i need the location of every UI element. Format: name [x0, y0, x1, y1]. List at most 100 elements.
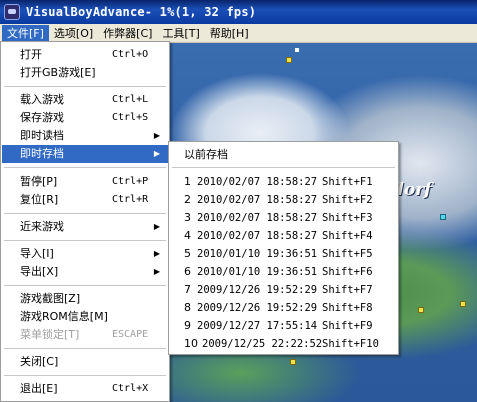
- menu-separator: [4, 348, 166, 349]
- menu-item-label: 即时存档: [20, 147, 64, 160]
- save-slot-item[interactable]: 8 2009/12/26 19:52:29 Shift+F8: [170, 299, 397, 317]
- menu-item-save-game[interactable]: 保存游戏 Ctrl+S: [2, 109, 168, 127]
- menu-help[interactable]: 帮助[H]: [205, 25, 254, 42]
- save-slot-number: 3: [184, 211, 191, 224]
- save-slot-timestamp: 2010/02/07 18:58:27: [197, 230, 318, 242]
- save-slot-shortcut: Shift+F1: [322, 176, 373, 188]
- map-marker-icon: [295, 48, 299, 52]
- submenu-arrow-icon: ▶: [153, 222, 160, 231]
- menu-separator: [172, 167, 395, 168]
- file-menu: 打开 Ctrl+O 打开GB游戏[E] 载入游戏 Ctrl+L 保存游戏 Ctr…: [0, 41, 170, 402]
- menu-options[interactable]: 选项[O]: [49, 25, 98, 42]
- map-marker-icon: [440, 214, 446, 220]
- save-slot-item[interactable]: 7 2009/12/26 19:52:29 Shift+F7: [170, 281, 397, 299]
- menu-separator: [4, 375, 166, 376]
- menu-item-quick-save[interactable]: 即时存档 ▶: [2, 145, 168, 163]
- menu-file[interactable]: 文件[F]: [2, 24, 49, 42]
- submenu-item-label: 以前存档: [184, 148, 228, 161]
- save-slot-shortcut: Shift+F9: [322, 320, 373, 332]
- menu-item-quick-load[interactable]: 即时读档 ▶: [2, 127, 168, 145]
- menu-item-shortcut: Ctrl+X: [112, 383, 149, 394]
- quick-save-submenu: 以前存档 1 2010/02/07 18:58:27 Shift+F1 2 20…: [168, 141, 399, 355]
- menu-item-label: 打开GB游戏[E]: [20, 66, 96, 79]
- submenu-arrow-icon: ▶: [153, 149, 160, 158]
- save-slot-number: 2: [184, 193, 191, 206]
- submenu-arrow-icon: ▶: [153, 249, 160, 258]
- save-slot-item[interactable]: 5 2010/01/10 19:36:51 Shift+F5: [170, 245, 397, 263]
- menu-item-label: 保存游戏: [20, 111, 64, 124]
- submenu-arrow-icon: ▶: [153, 131, 160, 140]
- menu-item-export[interactable]: 导出[X] ▶: [2, 263, 168, 281]
- menu-item-shortcut: Ctrl+L: [112, 94, 149, 105]
- submenu-arrow-icon: ▶: [153, 267, 160, 276]
- save-slot-shortcut: Shift+F10: [322, 338, 379, 350]
- save-slot-timestamp: 2010/02/07 18:58:27: [197, 194, 318, 206]
- save-slot-number: 4: [184, 229, 191, 242]
- save-slot-number: 6: [184, 265, 191, 278]
- menu-separator: [4, 240, 166, 241]
- save-slot-item[interactable]: 3 2010/02/07 18:58:27 Shift+F3: [170, 209, 397, 227]
- save-slot-item[interactable]: 10 2009/12/25 22:22:52 Shift+F10: [170, 335, 397, 353]
- map-marker-icon: [290, 359, 296, 365]
- save-slot-shortcut: Shift+F7: [322, 284, 373, 296]
- menu-item-label: 载入游戏: [20, 93, 64, 106]
- menu-item-load-game[interactable]: 载入游戏 Ctrl+L: [2, 91, 168, 109]
- map-marker-icon: [286, 57, 292, 63]
- menu-item-label: 游戏ROM信息[M]: [20, 310, 108, 323]
- save-slot-number: 1: [184, 175, 191, 188]
- save-slot-timestamp: 2010/02/07 18:58:27: [197, 212, 318, 224]
- save-slot-shortcut: Shift+F2: [322, 194, 373, 206]
- menu-item-label: 暂停[P]: [20, 175, 58, 188]
- menu-item-label: 菜单锁定[T]: [20, 328, 80, 341]
- save-slot-timestamp: 2010/01/10 19:36:51: [197, 248, 318, 260]
- save-slot-number: 10: [184, 337, 198, 350]
- save-slot-item[interactable]: 1 2010/02/07 18:58:27 Shift+F1: [170, 173, 397, 191]
- menu-item-label: 退出[E]: [20, 382, 58, 395]
- submenu-item-previous-save[interactable]: 以前存档: [170, 146, 397, 164]
- save-slot-item[interactable]: 6 2010/01/10 19:36:51 Shift+F6: [170, 263, 397, 281]
- menu-item-shortcut: ESCAPE: [112, 329, 149, 340]
- map-marker-icon: [460, 301, 466, 307]
- menu-item-label: 游戏截图[Z]: [20, 292, 81, 305]
- save-slot-shortcut: Shift+F5: [322, 248, 373, 260]
- menu-item-recent-games[interactable]: 近来游戏 ▶: [2, 218, 168, 236]
- gameboy-app-icon[interactable]: [4, 4, 20, 20]
- menu-item-label: 近来游戏: [20, 220, 64, 233]
- save-slot-shortcut: Shift+F3: [322, 212, 373, 224]
- menu-separator: [4, 86, 166, 87]
- menu-item-shortcut: Ctrl+R: [112, 194, 149, 205]
- menu-item-shortcut: Ctrl+O: [112, 49, 149, 60]
- save-slot-number: 9: [184, 319, 191, 332]
- menu-item-rom-info[interactable]: 游戏ROM信息[M]: [2, 308, 168, 326]
- save-slot-timestamp: 2009/12/27 17:55:14: [197, 320, 318, 332]
- title-bar[interactable]: VisualBoyAdvance- 1%(1, 32 fps): [0, 0, 477, 24]
- save-slot-item[interactable]: 4 2010/02/07 18:58:27 Shift+F4: [170, 227, 397, 245]
- save-slot-timestamp: 2009/12/26 19:52:29: [197, 284, 318, 296]
- menu-item-screenshot[interactable]: 游戏截图[Z]: [2, 290, 168, 308]
- menu-item-label: 导入[I]: [20, 247, 54, 260]
- save-slot-timestamp: 2009/12/26 19:52:29: [197, 302, 318, 314]
- save-slot-timestamp: 2010/02/07 18:58:27: [197, 176, 318, 188]
- menu-item-exit[interactable]: 退出[E] Ctrl+X: [2, 380, 168, 398]
- menu-item-label: 导出[X]: [20, 265, 59, 278]
- menu-item-shortcut: Ctrl+S: [112, 112, 149, 123]
- save-slot-item[interactable]: 9 2009/12/27 17:55:14 Shift+F9: [170, 317, 397, 335]
- menu-cheats[interactable]: 作弊器[C]: [98, 25, 157, 42]
- menu-item-label: 即时读档: [20, 129, 64, 142]
- menu-item-label: 关闭[C]: [20, 355, 59, 368]
- menu-item-reset[interactable]: 复位[R] Ctrl+R: [2, 191, 168, 209]
- menu-item-pause[interactable]: 暂停[P] Ctrl+P: [2, 173, 168, 191]
- save-slot-item[interactable]: 2 2010/02/07 18:58:27 Shift+F2: [170, 191, 397, 209]
- menu-separator: [4, 213, 166, 214]
- save-slot-shortcut: Shift+F8: [322, 302, 373, 314]
- menu-tools[interactable]: 工具[T]: [157, 25, 204, 42]
- menu-item-lock-menu: 菜单锁定[T] ESCAPE: [2, 326, 168, 344]
- menu-item-open-gb[interactable]: 打开GB游戏[E]: [2, 64, 168, 82]
- save-slot-shortcut: Shift+F6: [322, 266, 373, 278]
- menu-item-import[interactable]: 导入[I] ▶: [2, 245, 168, 263]
- save-slot-timestamp: 2010/01/10 19:36:51: [197, 266, 318, 278]
- save-slot-number: 8: [184, 301, 191, 314]
- menu-item-open[interactable]: 打开 Ctrl+O: [2, 46, 168, 64]
- menu-item-close[interactable]: 关闭[C]: [2, 353, 168, 371]
- menu-item-shortcut: Ctrl+P: [112, 176, 149, 187]
